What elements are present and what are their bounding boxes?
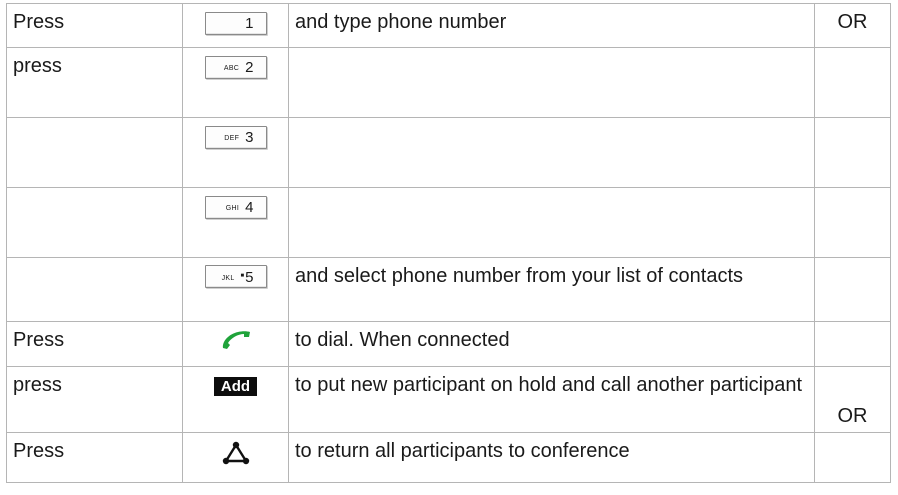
action-cell: press bbox=[6, 366, 183, 433]
key-cell: GHI 4 bbox=[182, 187, 289, 258]
description-cell: to dial. When connected bbox=[288, 321, 815, 367]
keypad-1-key: 1 bbox=[204, 12, 267, 35]
key-digit: 1 bbox=[245, 15, 254, 32]
action-cell bbox=[6, 257, 183, 322]
phone-handset-icon bbox=[222, 331, 250, 349]
key-dot-icon: ■ bbox=[240, 273, 245, 279]
description-cell: to return all participants to conference bbox=[288, 432, 815, 483]
note-cell: OR bbox=[814, 366, 891, 433]
key-cell: 1 bbox=[182, 3, 289, 48]
table-row: Press to dial. When connected bbox=[6, 321, 891, 367]
action-cell bbox=[6, 187, 183, 258]
description-cell bbox=[288, 117, 815, 188]
key-cell bbox=[182, 321, 289, 367]
key-letters: DEF bbox=[224, 135, 240, 142]
keypad-2-key: ABC 2 bbox=[204, 56, 267, 79]
key-digit: 2 bbox=[245, 59, 254, 76]
key-cell bbox=[182, 432, 289, 483]
table-row: Press 1 and type phone number OR bbox=[6, 3, 891, 48]
description-cell bbox=[288, 47, 815, 118]
key-digit: 5 bbox=[245, 269, 254, 286]
key-cell: ABC 2 bbox=[182, 47, 289, 118]
key-letters: GHI bbox=[225, 205, 240, 212]
key-digit: 3 bbox=[245, 129, 254, 146]
keypad-3-key: DEF 3 bbox=[204, 126, 267, 149]
action-cell bbox=[6, 117, 183, 188]
add-softkey: Add bbox=[213, 377, 258, 396]
table-row: Press to return all participants to conf… bbox=[6, 432, 891, 483]
key-cell: DEF 3 bbox=[182, 117, 289, 188]
table-row: JKL ■5 and select phone number from your … bbox=[6, 257, 891, 322]
key-letters: JKL bbox=[221, 275, 235, 282]
note-cell: OR bbox=[814, 3, 891, 48]
description-cell bbox=[288, 187, 815, 258]
conference-icon bbox=[222, 441, 249, 465]
table-row: GHI 4 bbox=[6, 187, 891, 258]
note-cell bbox=[814, 187, 891, 258]
note-cell bbox=[814, 47, 891, 118]
note-cell bbox=[814, 117, 891, 188]
instructions-table: Press 1 and type phone number OR press A… bbox=[6, 3, 891, 483]
note-cell bbox=[814, 432, 891, 483]
action-cell: Press bbox=[6, 3, 183, 48]
keypad-4-key: GHI 4 bbox=[204, 196, 267, 219]
table-row: press Add to put new participant on hold… bbox=[6, 366, 891, 433]
action-cell: Press bbox=[6, 321, 183, 367]
description-cell: and select phone number from your list o… bbox=[288, 257, 815, 322]
note-cell bbox=[814, 257, 891, 322]
key-cell: JKL ■5 bbox=[182, 257, 289, 322]
table-row: press ABC 2 bbox=[6, 47, 891, 118]
description-cell: to put new participant on hold and call … bbox=[288, 366, 815, 433]
note-cell bbox=[814, 321, 891, 367]
key-digit: 4 bbox=[245, 199, 254, 216]
keypad-5-key: JKL ■5 bbox=[204, 265, 267, 288]
action-cell: press bbox=[6, 47, 183, 118]
table-row: DEF 3 bbox=[6, 117, 891, 188]
action-cell: Press bbox=[6, 432, 183, 483]
description-cell: and type phone number bbox=[288, 3, 815, 48]
key-cell: Add bbox=[182, 366, 289, 433]
key-letters: ABC bbox=[223, 65, 240, 72]
